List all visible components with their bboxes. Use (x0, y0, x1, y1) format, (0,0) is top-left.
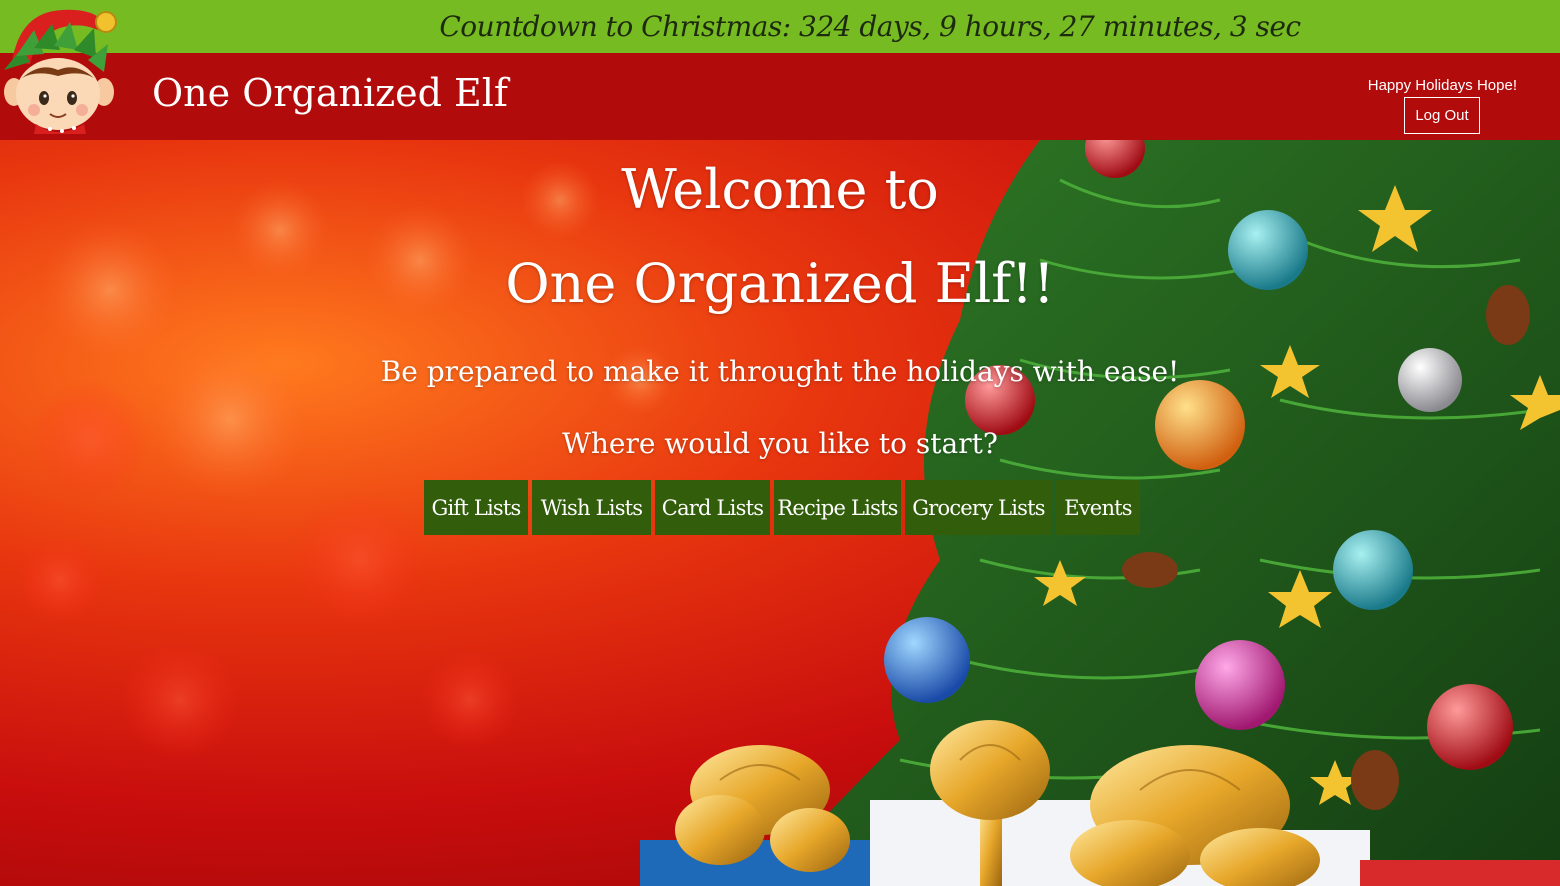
start-prompt: Where would you like to start? (562, 427, 998, 460)
hero-section: Welcome to One Organized Elf!! Be prepar… (0, 140, 1560, 886)
welcome-heading-line2: One Organized Elf!! (505, 252, 1055, 315)
events-button[interactable]: Events (1056, 480, 1140, 535)
wish-lists-button[interactable]: Wish Lists (532, 480, 651, 535)
elf-icon[interactable] (0, 0, 125, 135)
user-greeting: Happy Holidays Hope! (1367, 77, 1517, 94)
countdown-text: Countdown to Christmas: 324 days, 9 hour… (439, 10, 1301, 43)
recipe-lists-button[interactable]: Recipe Lists (774, 480, 901, 535)
card-lists-button[interactable]: Card Lists (655, 480, 770, 535)
logout-button[interactable]: Log Out (1404, 97, 1480, 134)
site-title[interactable]: One Organized Elf (152, 71, 508, 115)
grocery-lists-button[interactable]: Grocery Lists (905, 480, 1052, 535)
gift-lists-button[interactable]: Gift Lists (424, 480, 528, 535)
list-nav: Gift Lists Wish Lists Card Lists Recipe … (424, 480, 1140, 535)
welcome-heading-line1: Welcome to (621, 158, 939, 221)
countdown-bar: Countdown to Christmas: 324 days, 9 hour… (0, 0, 1560, 53)
site-header: One Organized Elf Happy Holidays Hope! L… (0, 53, 1560, 140)
tagline: Be prepared to make it throught the holi… (380, 355, 1180, 388)
